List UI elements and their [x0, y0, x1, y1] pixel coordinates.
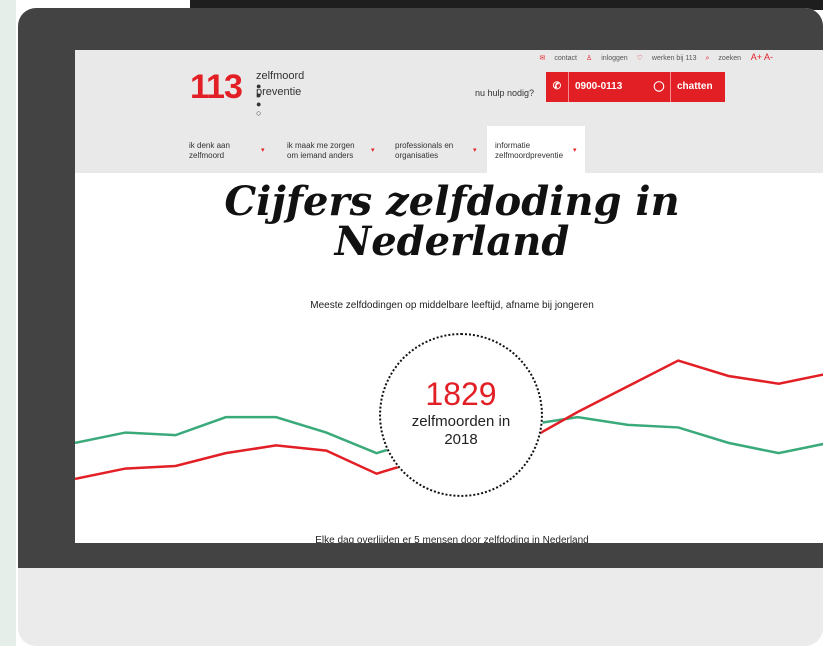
caption-line-2: 2018 [444, 431, 478, 448]
contact-link[interactable]: ✉ contact [540, 55, 577, 62]
jobs-link[interactable]: ♡ werken bij 113 [637, 55, 697, 62]
search-link[interactable]: ⌕ zoeken [706, 55, 742, 62]
chevron-down-icon: ▾ [371, 147, 375, 154]
mail-icon: ✉ [539, 55, 546, 62]
background-strip [0, 0, 16, 646]
page-title: Cijfers zelfdoding in Nederland [75, 182, 823, 262]
top-links: ✉ contact ♙ inloggen ♡ werken bij 113 ⌕ zoek… [533, 54, 741, 63]
statistic-caption: zelfmoorden in 2018 [381, 413, 541, 449]
chat-icon: ◯ [648, 72, 671, 102]
phone-number: 0900-0113 [575, 81, 623, 92]
chat-button[interactable]: ◯ chatten [648, 72, 725, 102]
chevron-down-icon: ▾ [573, 147, 577, 154]
statistic-circle: 1829 zelfmoorden in 2018 [379, 333, 543, 497]
logo-number: 113 [190, 68, 243, 106]
chat-label: chatten [677, 81, 713, 92]
nav-label: professionals en organisaties [395, 141, 454, 160]
phone-icon: ✆ [546, 72, 569, 102]
site-header: 113 zelfmoord ● ● ● ○ preventie ✉ contact… [75, 50, 823, 173]
heart-icon: ♡ [636, 55, 643, 62]
nav-label: informatie zelfmoordpreventie [495, 141, 564, 160]
contact-label: contact [554, 55, 577, 62]
login-link[interactable]: ♙ inloggen [586, 55, 628, 62]
search-label: zoeken [718, 55, 741, 62]
jobs-label: werken bij 113 [651, 55, 697, 62]
website-screen: 113 zelfmoord ● ● ● ○ preventie ✉ contact… [75, 50, 823, 543]
page-title-line-1: Cijfers zelfdoding in [224, 178, 680, 225]
caption-line-1: zelfmoorden in [411, 413, 511, 430]
nav-label: ik maak me zorgen om iemand anders [287, 141, 355, 160]
monitor: 113 zelfmoord ● ● ● ○ preventie ✉ contact… [18, 8, 823, 646]
monitor-bezel: 113 zelfmoord ● ● ● ○ preventie ✉ contact… [18, 8, 823, 568]
nav-item-suicidal-thoughts[interactable]: ik denk aan zelfmoord ▾ [181, 126, 273, 173]
logo-word-2: preventie [256, 86, 302, 98]
font-size-toggle[interactable]: A+ A- [751, 52, 773, 62]
search-icon: ⌕ [705, 55, 710, 62]
chevron-down-icon: ▾ [473, 147, 477, 154]
help-label: nu hulp nodig? [475, 88, 535, 98]
login-label: inloggen [601, 55, 628, 62]
page-title-line-2: Nederland [334, 218, 570, 265]
nav-item-information[interactable]: informatie zelfmoordpreventie ▾ [487, 126, 585, 173]
phone-button[interactable]: ✆ 0900-0113 [546, 72, 655, 102]
chevron-down-icon: ▾ [261, 147, 265, 154]
nav-item-worried-about-someone[interactable]: ik maak me zorgen om iemand anders ▾ [279, 126, 383, 173]
bottom-text: Elke dag overlijden er 5 mensen door zel… [315, 535, 589, 543]
user-icon: ♙ [585, 55, 593, 62]
big-number: 1829 [425, 376, 497, 412]
nav-item-professionals[interactable]: professionals en organisaties ▾ [387, 126, 485, 173]
nav-label: ik denk aan zelfmoord [189, 141, 230, 160]
page-subtitle: Meeste zelfdodingen op middelbare leefti… [310, 300, 594, 311]
